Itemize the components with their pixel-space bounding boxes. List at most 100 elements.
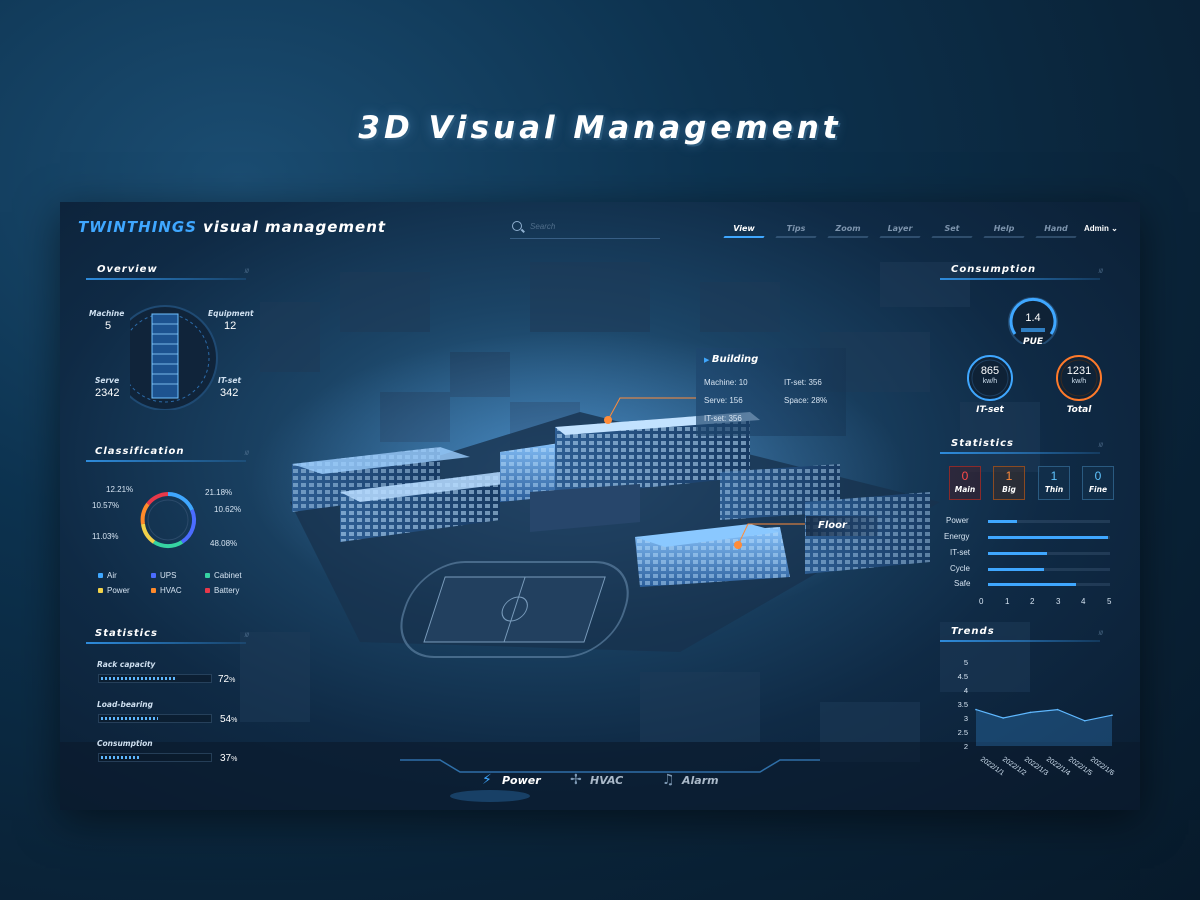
stat-bar-fill [101, 717, 159, 720]
consumption-title: Consumption [951, 264, 1037, 275]
right-statistics-underline [940, 443, 1102, 454]
search-box[interactable]: Search [510, 220, 660, 239]
total-unit: kw/h [1071, 378, 1087, 385]
overview-title: Overview [97, 264, 158, 275]
classification-title: Classification [95, 446, 185, 457]
tab-zoom[interactable]: Zoom [822, 220, 874, 238]
tab-tips[interactable]: Tips [770, 220, 822, 238]
tab-set[interactable]: Set [926, 220, 978, 238]
axis-tick-5: 5 [1107, 597, 1112, 606]
pct-label-4: 10.62% [214, 505, 242, 514]
y-tick-label: 5 [964, 658, 968, 667]
x-tick-label: 2022/1/3 [1023, 756, 1049, 777]
tab-hand[interactable]: Hand [1030, 220, 1082, 238]
bp-machine: Machine: 10 [704, 378, 748, 387]
stat-bar-consumption [98, 753, 212, 762]
trend-point [1084, 720, 1086, 722]
serve-label: Serve [95, 376, 120, 385]
consumption-underline [940, 269, 1102, 280]
legend-cabinet-swatch [205, 573, 210, 578]
bottom-dock: ⚡ Power ✢ HVAC ♫ Alarm [482, 772, 719, 788]
building-title: ▶ Building [704, 354, 759, 365]
axis-tick-3: 3 [1056, 597, 1061, 606]
itset-consumption-unit: kw/h [982, 378, 998, 385]
tab-layer[interactable]: Layer [874, 220, 926, 238]
legend-hvac-swatch [151, 588, 156, 593]
count-big[interactable]: 1 Big [993, 466, 1025, 500]
bar-label-safe: Safe [954, 579, 971, 588]
machine-label: Machine [89, 309, 125, 318]
pct-label-3: 10.57% [92, 501, 120, 510]
legend-battery: Battery [214, 586, 240, 595]
equipment-value: 12 [224, 320, 237, 332]
legend-power: Power [107, 586, 130, 595]
floor-label[interactable]: Floor [806, 516, 878, 536]
count-main[interactable]: 0 Main [949, 466, 981, 500]
pue-value: 1.4 [1025, 312, 1041, 324]
legend-battery-swatch [205, 588, 210, 593]
bar-power [988, 520, 1018, 523]
trend-point [1002, 717, 1004, 719]
bar-label-energy: Energy [944, 532, 970, 541]
brand-title: TWINTHINGS visual management [78, 218, 386, 236]
bar-label-cycle: Cycle [950, 564, 971, 573]
left-statistics-title: Statistics [95, 628, 158, 639]
bp-itset1: IT-set: 356 [784, 378, 822, 387]
tab-help[interactable]: Help [978, 220, 1030, 238]
axis-tick-4: 4 [1081, 597, 1086, 606]
lightning-icon[interactable]: ⚡ [482, 772, 492, 788]
y-tick-label: 4.5 [958, 672, 968, 681]
legend-air: Air [107, 571, 117, 580]
stat-label-rack: Rack capacity [97, 660, 156, 669]
user-name[interactable]: Admin [1084, 224, 1109, 233]
trends-chart: 54.543.532.522022/1/12022/1/22022/1/3202… [958, 658, 1116, 777]
bp-itset2: IT-set: 356 [704, 414, 742, 423]
building-popup: ▶ Building Machine: 10 IT-set: 356 Serve… [696, 348, 846, 436]
axis-tick-1: 1 [1005, 597, 1010, 606]
y-tick-label: 4 [964, 686, 968, 695]
stat-value-rack: 72% [218, 674, 236, 685]
y-tick-label: 2.5 [958, 728, 968, 737]
x-tick-label: 2022/1/6 [1089, 756, 1115, 777]
search-icon[interactable] [512, 221, 522, 231]
bar-track-power [988, 520, 1110, 523]
bar-track-cycle [988, 568, 1110, 571]
total-label: Total [1066, 405, 1092, 415]
count-thin[interactable]: 1 Thin [1038, 466, 1070, 500]
bar-track-energy [988, 536, 1110, 539]
bar-label-power: Power [946, 516, 969, 525]
stat-bar-load [98, 714, 212, 723]
bar-itset [988, 552, 1047, 555]
x-tick-label: 2022/1/5 [1067, 756, 1093, 777]
trend-point [1111, 714, 1113, 716]
bell-icon[interactable]: ♫ [662, 772, 675, 788]
play-icon: ▶ [704, 356, 712, 364]
pue-label: PUE [1022, 337, 1044, 347]
dashboard-screen: TWINTHINGS visual management Search View … [60, 202, 1140, 810]
machine-value: 5 [105, 320, 112, 332]
bar-cycle [988, 568, 1045, 571]
classification-underline [86, 451, 248, 462]
search-input[interactable]: Search [530, 222, 555, 231]
fan-icon[interactable]: ✢ [570, 772, 582, 788]
tab-view[interactable]: View [718, 220, 770, 238]
trend-point [1029, 711, 1032, 714]
bar-energy [988, 536, 1108, 539]
bar-safe [988, 583, 1076, 586]
legend-power-swatch [98, 588, 103, 593]
count-fine[interactable]: 0 Fine [1082, 466, 1114, 500]
bp-space: Space: 28% [784, 396, 828, 405]
stat-value-load: 54% [220, 714, 238, 725]
itset-value: 342 [220, 387, 239, 399]
chevron-down-icon[interactable]: ⌄ [1111, 224, 1118, 233]
total-value: 1231 [1066, 365, 1092, 377]
stat-bar-fill [101, 677, 178, 680]
bar-label-itset: IT-set [950, 548, 971, 557]
axis-tick-2: 2 [1030, 597, 1035, 606]
trend-area [976, 709, 1112, 746]
pct-label-5: 11.03% [92, 532, 119, 541]
y-tick-label: 3.5 [958, 700, 968, 709]
legend-hvac: HVAC [160, 586, 182, 595]
user-menu[interactable]: Admin ⌄ [1084, 224, 1118, 233]
pct-label-2: 21.18% [205, 488, 233, 497]
